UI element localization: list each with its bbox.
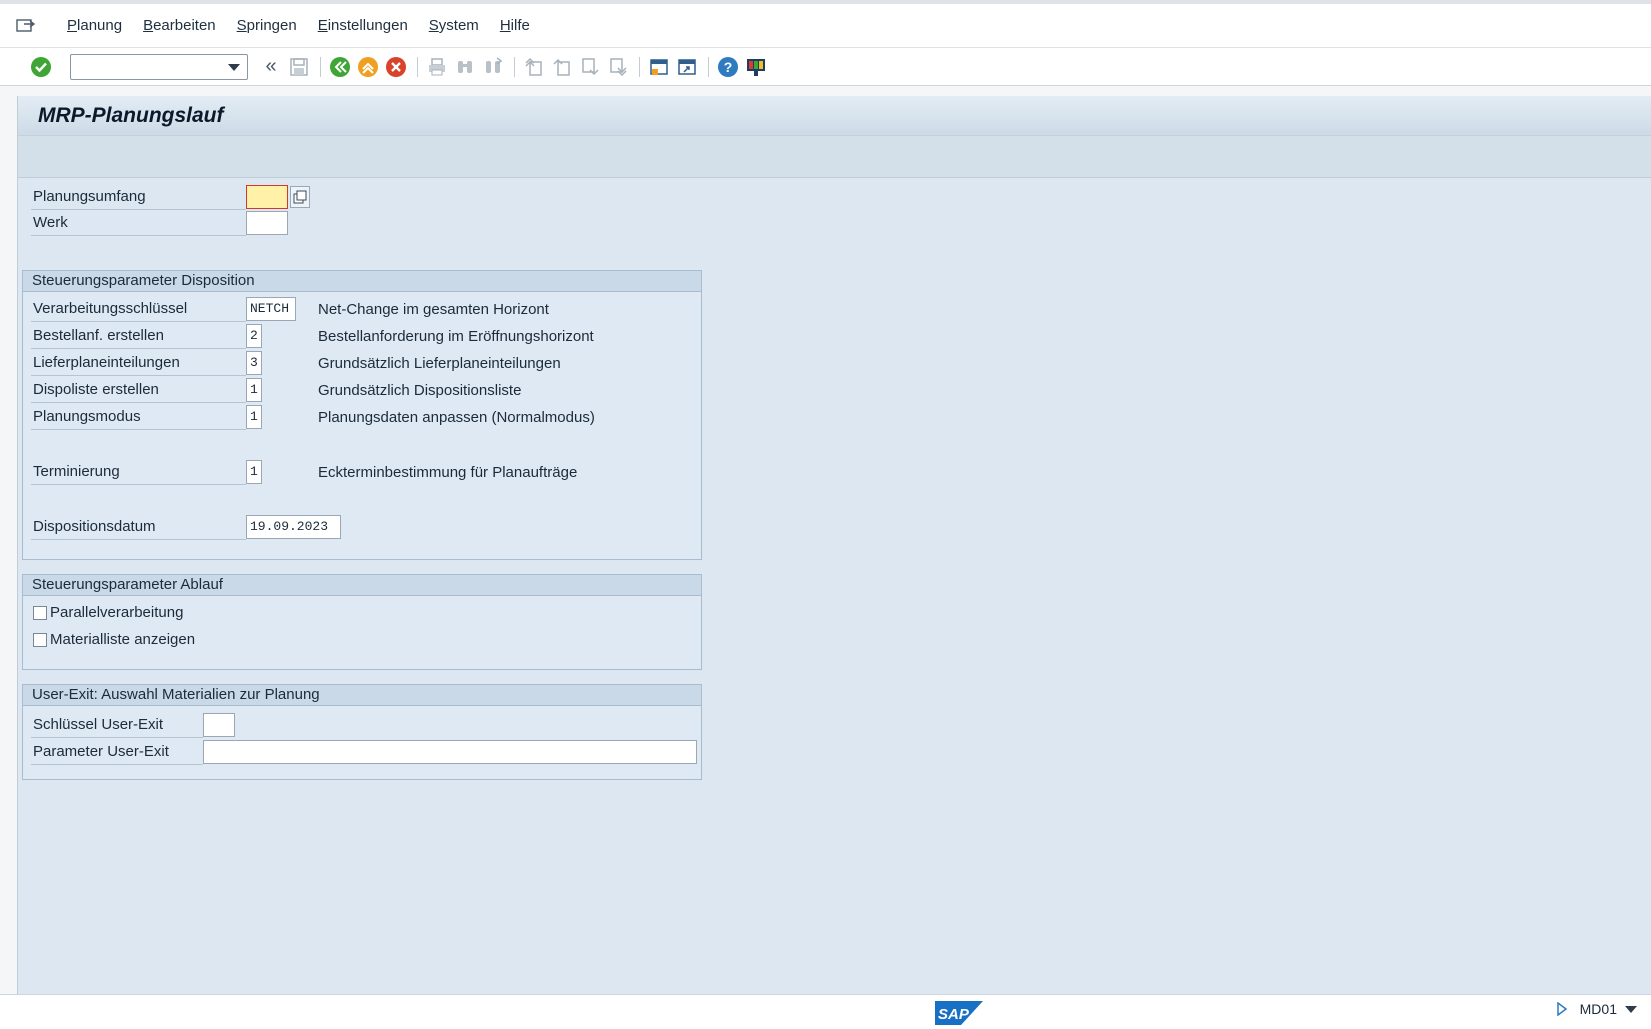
title-bar: MRP-Planungslauf [18, 96, 1651, 136]
planungsmodus-input[interactable]: 1 [246, 405, 262, 429]
transaction-code: MD01 [1579, 1001, 1617, 1017]
row-terminierung: Terminierung 1 Eckterminbestimmung für P… [31, 459, 577, 485]
customize-layout-icon[interactable] [745, 56, 767, 78]
menu-system[interactable]: System [429, 17, 479, 34]
field-label: Dispositionsdatum [31, 514, 246, 540]
field-description: Net-Change im gesamten Horizont [318, 300, 549, 318]
checkbox-materialliste[interactable]: Materialliste anzeigen [33, 631, 195, 648]
dispositionsdatum-input[interactable]: 19.09.2023 [246, 515, 341, 539]
field-description: Planungsdaten anpassen (Normalmodus) [318, 408, 595, 426]
menu-planung[interactable]: Planung [67, 17, 122, 34]
svg-text:?: ? [724, 59, 733, 75]
shortcut-icon[interactable] [676, 56, 698, 78]
chevron-down-icon[interactable] [228, 63, 240, 71]
checkbox-parallelverarbeitung[interactable]: Parallelverarbeitung [33, 604, 183, 621]
row-schluessel-userexit: Schlüssel User-Exit [31, 712, 235, 738]
row-dispoliste: Dispoliste erstellen 1 Grundsätzlich Dis… [31, 377, 521, 403]
group-title: User-Exit: Auswahl Materialien zur Planu… [23, 685, 701, 706]
dispoliste-input[interactable]: 1 [246, 378, 262, 402]
parameter-userexit-input[interactable] [203, 740, 697, 764]
application-toolbar [18, 136, 1651, 178]
menu-toggle-icon[interactable] [16, 18, 46, 34]
row-lieferplaneinteilungen: Lieferplaneinteilungen 3 Grundsätzlich L… [31, 350, 561, 376]
field-description: Bestellanforderung im Eröffnungshorizont [318, 327, 594, 345]
checkbox-box[interactable] [33, 605, 47, 620]
bestellanf-input[interactable]: 2 [246, 324, 262, 348]
checkbox-box[interactable] [33, 632, 47, 647]
field-label: Planungsmodus [31, 404, 246, 430]
page-title: MRP-Planungslauf [38, 103, 224, 127]
field-label: Planungsumfang [31, 184, 246, 210]
field-description: Eckterminbestimmung für Planaufträge [318, 463, 578, 481]
group-disposition: Steuerungsparameter Disposition Verarbei… [22, 270, 702, 560]
menu-bearbeiten[interactable]: Bearbeiten [143, 17, 216, 34]
menu-hilfe[interactable]: Hilfe [500, 17, 530, 34]
menu-bar: Planung Bearbeiten Springen Einstellunge… [0, 0, 1651, 48]
group-userexit: User-Exit: Auswahl Materialien zur Planu… [22, 684, 702, 780]
row-bestellanf: Bestellanf. erstellen 2 Bestellanforderu… [31, 323, 594, 349]
create-session-icon[interactable] [648, 56, 670, 78]
previous-page-icon[interactable] [551, 56, 573, 78]
next-page-icon[interactable] [579, 56, 601, 78]
field-description: Grundsätzlich Dispositionsliste [318, 381, 522, 399]
print-icon[interactable] [426, 56, 448, 78]
verarbeitungsschluessel-input[interactable]: NETCH [246, 297, 296, 321]
enter-icon[interactable] [30, 56, 52, 78]
field-label: Lieferplaneinteilungen [31, 350, 246, 376]
save-icon[interactable] [288, 56, 310, 78]
find-icon[interactable] [454, 56, 476, 78]
toolbar-separator [514, 56, 515, 77]
menu-einstellungen[interactable]: Einstellungen [318, 17, 408, 34]
sap-logo: SAP [935, 1001, 983, 1025]
last-page-icon[interactable] [607, 56, 629, 78]
command-field[interactable] [70, 53, 248, 80]
field-label: Terminierung [31, 459, 246, 485]
back-icon[interactable] [329, 56, 351, 78]
find-next-icon[interactable] [482, 56, 504, 78]
row-dispositionsdatum: Dispositionsdatum 19.09.2023 [31, 514, 341, 540]
main-area: MRP-Planungslauf Planungsumfang Werk Ste… [17, 96, 1651, 994]
first-page-icon[interactable] [523, 56, 545, 78]
group-title: Steuerungsparameter Disposition [23, 271, 701, 292]
field-label: Bestellanf. erstellen [31, 323, 246, 349]
field-description: Grundsätzlich Lieferplaneinteilungen [318, 354, 561, 372]
row-planungsmodus: Planungsmodus 1 Planungsdaten anpassen (… [31, 404, 595, 430]
terminierung-input[interactable]: 1 [246, 460, 262, 484]
toolbar-separator [639, 56, 640, 77]
system-info: MD01 [1556, 1001, 1637, 1017]
toolbar-separator [320, 56, 321, 77]
standard-toolbar: « ? [0, 48, 1651, 86]
group-title: Steuerungsparameter Ablauf [23, 575, 701, 596]
cancel-icon[interactable] [385, 56, 407, 78]
checkbox-label: Parallelverarbeitung [50, 604, 184, 621]
help-icon[interactable]: ? [717, 56, 739, 78]
field-label: Parameter User-Exit [31, 739, 203, 765]
expand-triangle-icon[interactable] [1556, 1002, 1568, 1016]
field-werk: Werk [31, 210, 288, 236]
checkbox-label: Materialliste anzeigen [50, 631, 196, 648]
menu-springen[interactable]: Springen [237, 17, 297, 34]
exit-icon[interactable] [357, 56, 379, 78]
chevron-down-icon[interactable] [1625, 1005, 1637, 1013]
row-verarbeitungsschluessel: Verarbeitungsschlüssel NETCH Net-Change … [31, 296, 549, 322]
value-help-icon[interactable] [290, 186, 310, 208]
lieferplaneinteilungen-input[interactable]: 3 [246, 351, 262, 375]
field-label: Werk [31, 210, 246, 236]
status-bar: SAP MD01 [0, 994, 1651, 1029]
werk-input[interactable] [246, 211, 288, 235]
group-ablauf: Steuerungsparameter Ablauf Parallelverar… [22, 574, 702, 670]
toolbar-separator [708, 56, 709, 77]
field-planungsumfang: Planungsumfang [31, 184, 310, 210]
planungsumfang-input[interactable] [246, 185, 288, 209]
sap-logo-text: SAP [938, 1006, 970, 1023]
back-double-chevron-icon[interactable]: « [260, 55, 282, 78]
toolbar-separator [417, 56, 418, 77]
row-parameter-userexit: Parameter User-Exit [31, 739, 697, 765]
field-label: Dispoliste erstellen [31, 377, 246, 403]
field-label: Verarbeitungsschlüssel [31, 296, 246, 322]
schluessel-userexit-input[interactable] [203, 713, 235, 737]
field-label: Schlüssel User-Exit [31, 712, 203, 738]
